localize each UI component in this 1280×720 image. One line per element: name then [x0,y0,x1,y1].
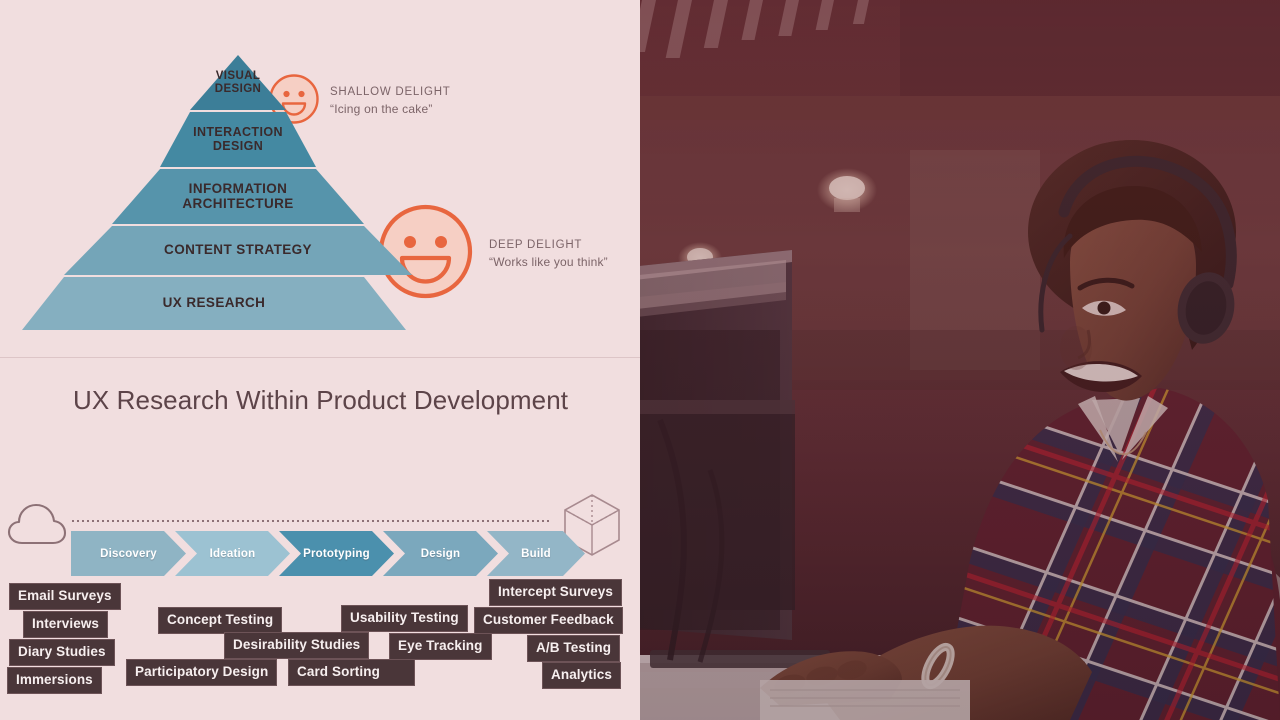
method-tag-participatory-design[interactable]: Participatory Design [126,659,278,686]
left-content-panel: VISUAL DESIGN INTERACTION DESIGN INFORMATI… [0,0,640,720]
pyramid-level-information-architecture: INFORMATION ARCHITECTURE [112,169,364,224]
office-photo [640,0,1280,720]
method-tag-diary-studies[interactable]: Diary Studies [9,639,115,666]
process-stage-ideation[interactable]: Ideation [175,531,290,576]
ux-pyramid: VISUAL DESIGN INTERACTION DESIGN INFORMATI… [0,55,640,330]
pyramid-level-label: CONTENT STRATEGY [164,242,312,258]
shallow-delight-text: SHALLOW DELIGHT “Icing on the cake” [330,85,451,117]
shallow-delight-subtitle: “Icing on the cake” [330,101,433,116]
method-tag-analytics[interactable]: Analytics [542,662,621,689]
method-tag-customer-feedback[interactable]: Customer Feedback [474,607,623,634]
process-stage-label: Ideation [209,547,256,560]
cloud-icon [6,500,68,553]
method-tag-interviews[interactable]: Interviews [23,611,109,638]
process-dotted-connector [72,520,552,522]
process-stage-label: Prototyping [303,547,370,560]
process-stage-label: Build [521,547,551,560]
process-stage-discovery[interactable]: Discovery [71,531,186,576]
slide-canvas: VISUAL DESIGN INTERACTION DESIGN INFORMATI… [0,0,1280,720]
method-tag-card-sorting[interactable]: Card Sorting [288,659,415,686]
method-tag-concept-testing[interactable]: Concept Testing [158,607,283,634]
pyramid-level-interaction-design: INTERACTION DESIGN [160,112,316,167]
deep-delight-text: DEEP DELIGHT “Works like you think” [489,238,608,270]
process-stage-design[interactable]: Design [383,531,498,576]
method-tag-ab-testing[interactable]: A/B Testing [527,635,621,662]
method-tag-eye-tracking[interactable]: Eye Tracking [389,633,492,660]
process-stage-label: Design [420,547,461,560]
process-stage-prototyping[interactable]: Prototyping [279,531,394,576]
method-tag-desirability-studies[interactable]: Desirability Studies [224,632,370,659]
shallow-delight-title: SHALLOW DELIGHT [330,86,451,98]
pyramid-level-label: VISUAL DESIGN [214,70,262,95]
pyramid-level-label: INFORMATION ARCHITECTURE [182,180,294,211]
pyramid-level-label: INTERACTION DESIGN [193,125,283,153]
photo-illustration [640,0,1280,720]
pyramid-level-visual-design: VISUAL DESIGN [190,55,286,110]
section-title: UX Research Within Product Development [73,385,569,415]
pyramid-level-ux-research: UX RESEARCH [22,277,406,330]
panel-divider [0,357,640,358]
method-tag-intercept-surveys[interactable]: Intercept Surveys [489,579,622,606]
deep-delight-title: DEEP DELIGHT [489,239,583,251]
method-tag-email-surveys[interactable]: Email Surveys [9,583,121,610]
process-stage-build[interactable]: Build [487,531,585,576]
method-tag-usability-testing[interactable]: Usability Testing [341,605,468,632]
method-tag-immersions[interactable]: Immersions [7,667,102,694]
deep-delight-subtitle: “Works like you think” [489,254,608,269]
pyramid-level-label: UX RESEARCH [162,295,266,311]
pyramid-level-content-strategy: CONTENT STRATEGY [64,226,412,275]
